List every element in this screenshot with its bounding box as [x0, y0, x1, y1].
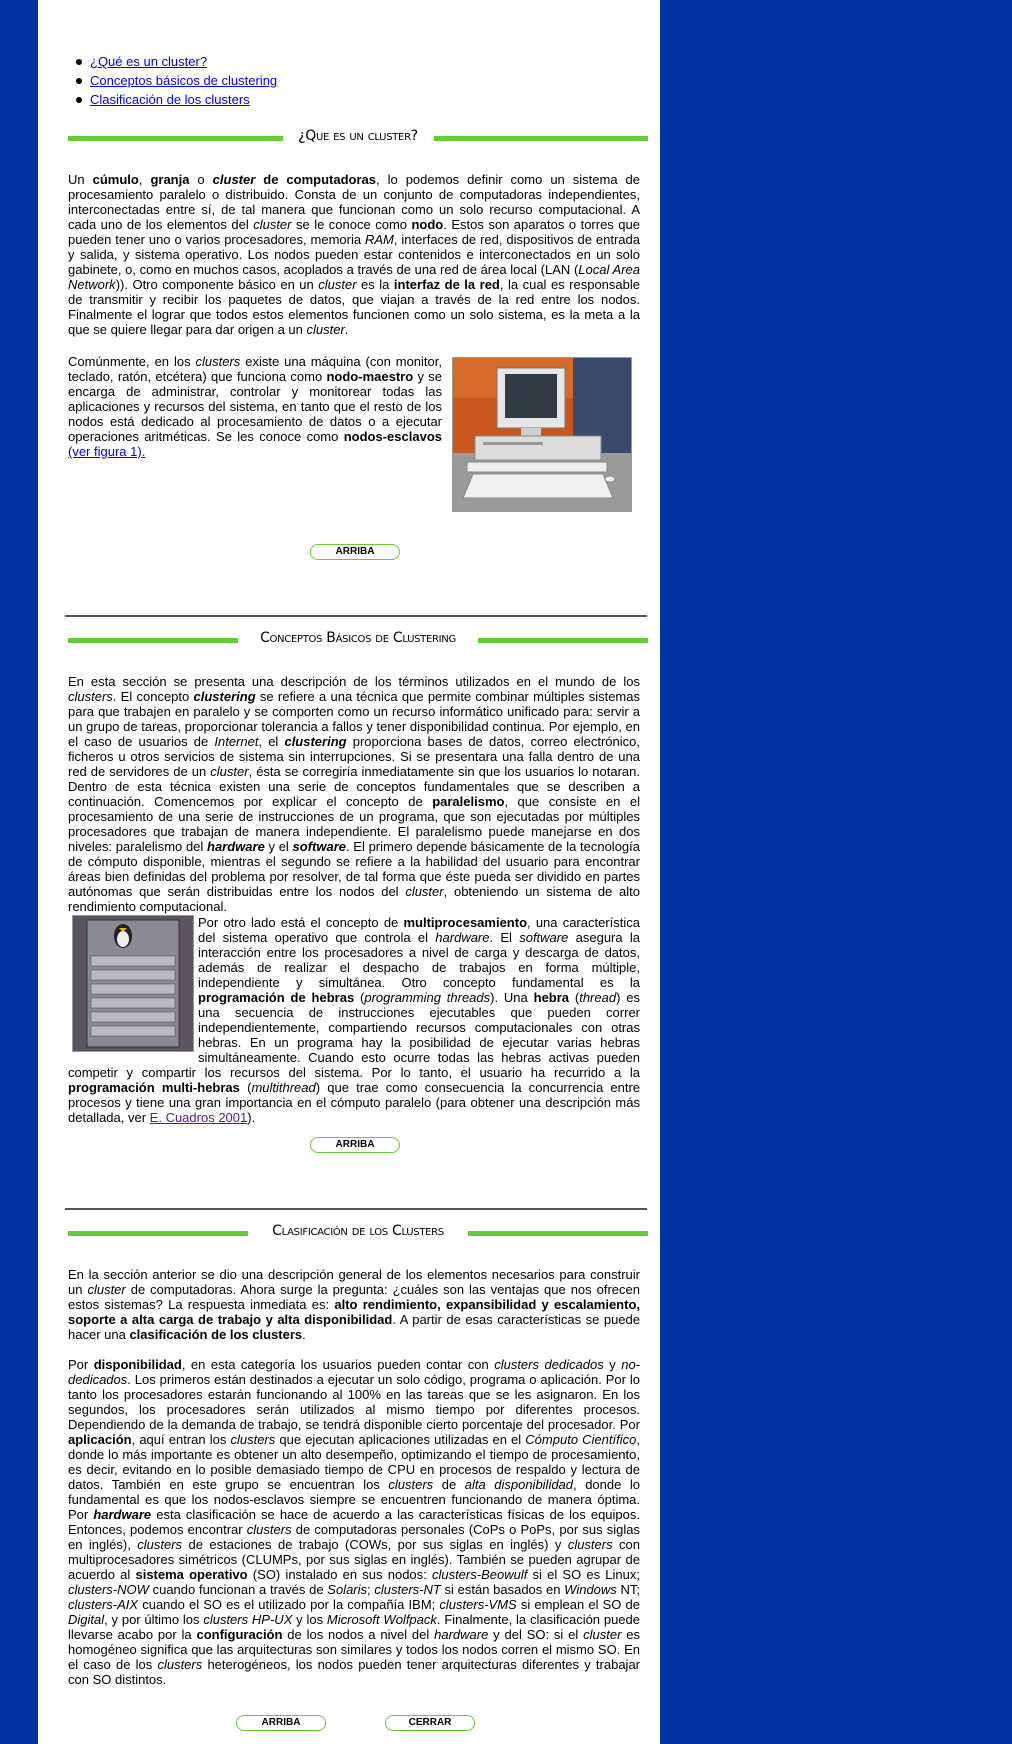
paragraph-multiprocesamiento: Por otro lado está el concepto de multip… [68, 915, 641, 1125]
arriba-button[interactable]: ARRIBA [310, 544, 400, 560]
section-title: Conceptos Básicos de Clustering [68, 630, 648, 646]
toc-item[interactable]: Clasificación de los clusters [75, 90, 277, 109]
paragraph-nodo-maestro: Comúnmente, en los clusters existe una m… [68, 354, 442, 459]
section-header-que-es: ¿Que es un cluster? [68, 126, 648, 150]
section-title: Clasificación de los Clusters [68, 1223, 648, 1239]
paragraph-disponibilidad: Por disponibilidad, en esta categoría lo… [68, 1357, 641, 1687]
computer-photo [452, 357, 632, 512]
cuadros-reference-link[interactable]: E. Cuadros 2001 [150, 1110, 248, 1125]
section-title: ¿Que es un cluster? [68, 128, 648, 144]
toc-item[interactable]: Conceptos básicos de clustering [75, 71, 277, 90]
section-divider [65, 1208, 647, 1210]
paragraph-definicion: Un cúmulo, granja o cluster de computado… [68, 172, 640, 337]
section-header-clasificacion: Clasificación de los Clusters [68, 1221, 648, 1245]
toc-link-conceptos[interactable]: Conceptos básicos de clustering [90, 73, 277, 88]
toc-link-clasificacion[interactable]: Clasificación de los clusters [90, 92, 250, 107]
content-page: ¿Qué es un cluster? Conceptos básicos de… [38, 0, 660, 1744]
toc-link-que-es[interactable]: ¿Qué es un cluster? [90, 54, 207, 69]
ver-figura-link[interactable]: (ver figura 1). [68, 444, 145, 459]
section-divider [65, 615, 647, 617]
arriba-button[interactable]: ARRIBA [310, 1137, 400, 1153]
arriba-button[interactable]: ARRIBA [236, 1715, 326, 1731]
cerrar-button[interactable]: CERRAR [385, 1715, 475, 1731]
toc-item[interactable]: ¿Qué es un cluster? [75, 52, 277, 71]
paragraph-conceptos: En esta sección se presenta una descripc… [68, 674, 640, 914]
table-of-contents: ¿Qué es un cluster? Conceptos básicos de… [75, 52, 277, 109]
section-header-conceptos: Conceptos Básicos de Clustering [68, 628, 648, 652]
paragraph-clasificacion-intro: En la sección anterior se dio una descri… [68, 1267, 640, 1342]
